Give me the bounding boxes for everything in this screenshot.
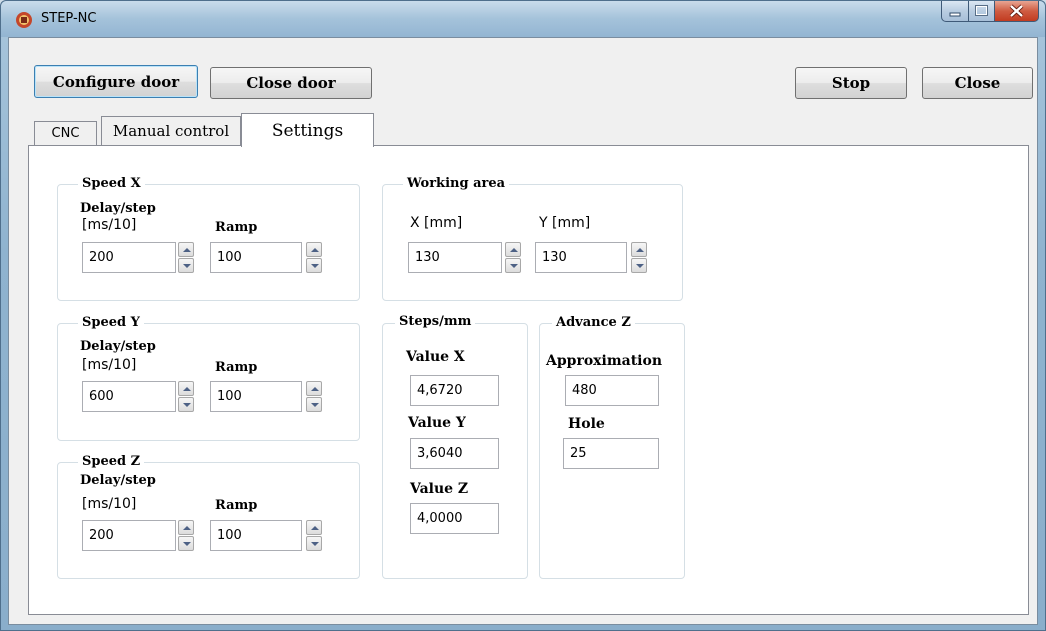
speed-x-ramp-label: Ramp (215, 220, 258, 235)
speed-y-delay-unit: [ms/10] (82, 357, 137, 373)
speed-x-title: Speed X (78, 176, 145, 191)
close-icon (1009, 4, 1024, 18)
speed-x-ramp-spinner[interactable] (306, 242, 322, 273)
close-window-button[interactable] (995, 1, 1039, 22)
working-area-y-input[interactable]: 130 (535, 242, 627, 273)
speed-x-delay-unit: [ms/10] (82, 217, 137, 233)
speed-y-delay-spinner[interactable] (178, 381, 194, 412)
app-window: STEP-NC Configure door Close door Stop C… (0, 0, 1046, 631)
working-area-title: Working area (403, 176, 510, 191)
working-area-y-label: Y [mm] (539, 215, 591, 231)
speed-z-delay-spinner[interactable] (178, 520, 194, 551)
maximize-icon (975, 5, 988, 16)
working-area-x-label: X [mm] (410, 215, 463, 231)
working-area-x-spinner[interactable] (505, 242, 521, 273)
tab-settings[interactable]: Settings (241, 113, 374, 147)
speed-z-ramp-label: Ramp (215, 498, 258, 513)
speed-z-ramp-spinner[interactable] (306, 520, 322, 551)
hole-label: Hole (568, 416, 605, 432)
value-y-label: Value Y (408, 415, 466, 431)
value-y-input[interactable]: 3,6040 (410, 438, 499, 469)
speed-x-delay-label: Delay/step (80, 201, 156, 216)
speed-y-ramp-input[interactable]: 100 (210, 381, 302, 412)
app-icon (16, 12, 32, 28)
value-z-input[interactable]: 4,0000 (410, 503, 499, 534)
value-x-label: Value X (406, 349, 465, 365)
tab-manual-control[interactable]: Manual control (101, 116, 241, 145)
speed-x-delay-spinner[interactable] (178, 242, 194, 273)
approximation-input[interactable]: 480 (565, 375, 659, 406)
speed-x-delay-input[interactable]: 200 (82, 242, 176, 273)
speed-z-delay-label: Delay/step (80, 473, 156, 488)
close-button[interactable]: Close (922, 67, 1033, 99)
maximize-button[interactable] (969, 1, 995, 22)
speed-y-ramp-label: Ramp (215, 360, 258, 375)
working-area-y-spinner[interactable] (631, 242, 647, 273)
speed-y-ramp-spinner[interactable] (306, 381, 322, 412)
hole-input[interactable]: 25 (563, 438, 659, 469)
minimize-icon (949, 12, 961, 17)
speed-z-title: Speed Z (78, 454, 145, 469)
speed-x-ramp-input[interactable]: 100 (210, 242, 302, 273)
speed-z-delay-input[interactable]: 200 (82, 520, 176, 551)
speed-y-title: Speed Y (78, 315, 144, 330)
working-area-x-input[interactable]: 130 (408, 242, 502, 273)
approximation-label: Approximation (546, 353, 663, 369)
value-z-label: Value Z (410, 481, 469, 497)
stop-button[interactable]: Stop (795, 67, 907, 99)
configure-door-button[interactable]: Configure door (34, 65, 198, 98)
minimize-button[interactable] (941, 1, 969, 22)
steps-mm-title: Steps/mm (395, 314, 476, 329)
speed-y-delay-label: Delay/step (80, 339, 156, 354)
speed-z-delay-unit: [ms/10] (82, 496, 137, 512)
window-title: STEP-NC (41, 11, 97, 26)
title-bar[interactable]: STEP-NC (1, 1, 1045, 37)
value-x-input[interactable]: 4,6720 (410, 375, 499, 406)
advance-z-title: Advance Z (552, 315, 635, 330)
speed-z-ramp-input[interactable]: 100 (210, 520, 302, 551)
close-door-button[interactable]: Close door (210, 67, 372, 99)
speed-y-delay-input[interactable]: 600 (82, 381, 176, 412)
tab-cnc[interactable]: CNC (34, 121, 97, 145)
